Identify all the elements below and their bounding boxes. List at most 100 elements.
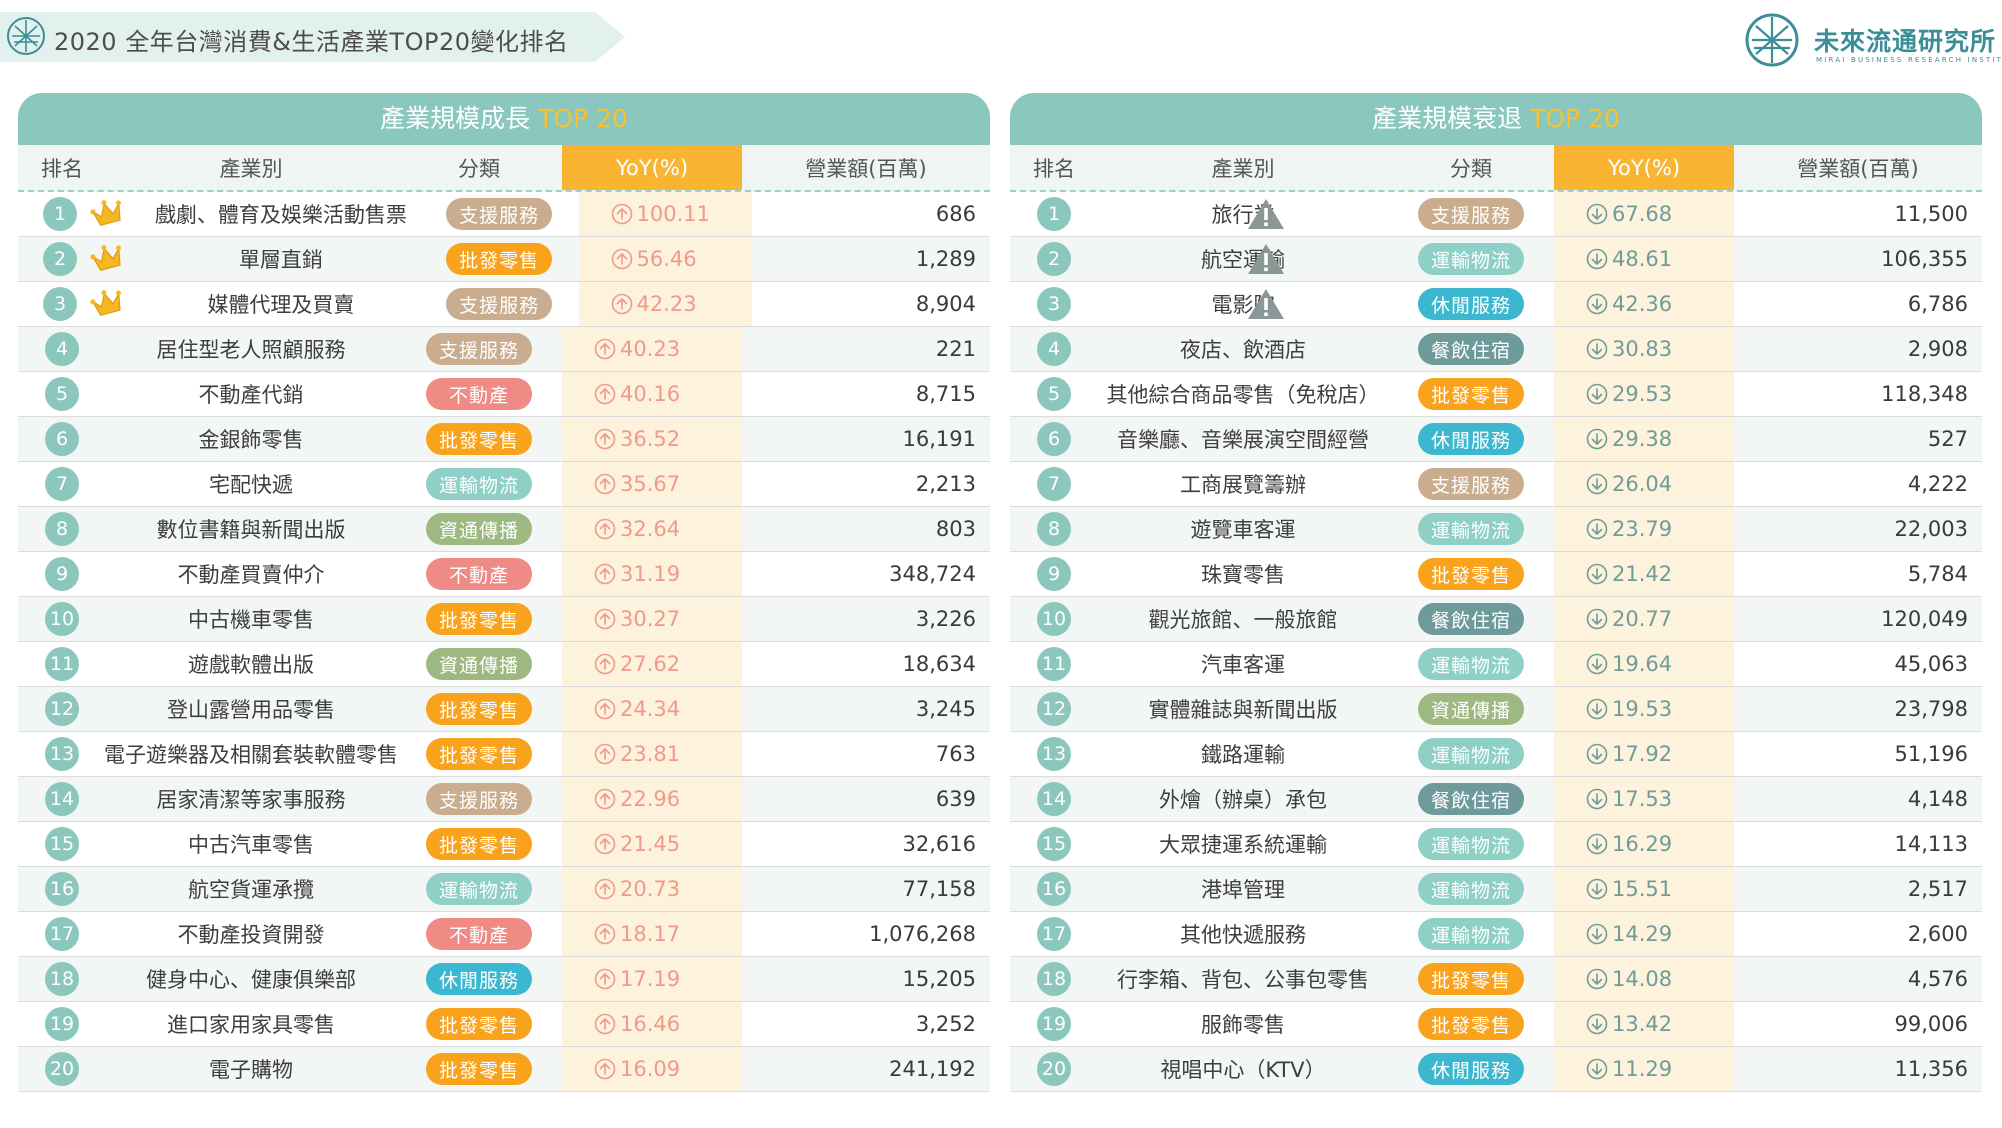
rank-cell: 3 [1010, 282, 1098, 326]
yoy-number: 29.38 [1612, 427, 1673, 451]
arrow-down-circle-icon [1586, 923, 1608, 945]
table-row: 13 鐵路運輸 運輸物流 17.92 51,196 [1010, 732, 1982, 777]
revenue-value: 6,786 [1907, 292, 1968, 316]
rank-cell: 12 [18, 687, 106, 731]
industry-label: 其他綜合商品零售（免稅店） [1106, 383, 1380, 407]
yoy-number: 29.53 [1612, 382, 1673, 406]
category-cell: 不動產 [396, 912, 562, 956]
yoy-value: 32.64 [594, 517, 680, 541]
arrow-down-circle-icon [1586, 518, 1608, 540]
yoy-cell: 40.16 [562, 372, 742, 416]
revenue-value: 18,634 [902, 652, 976, 676]
category-cell: 餐飲住宿 [1388, 327, 1554, 371]
rank-cell: 16 [18, 867, 106, 911]
rank-cell: 4 [18, 327, 106, 371]
arrow-up-circle-icon [611, 203, 632, 225]
arrow-down-circle-icon [1586, 833, 1608, 855]
category-cell: 支援服務 [1388, 192, 1554, 236]
category-cell: 餐飲住宿 [1388, 597, 1554, 641]
rank-cell: 7 [1010, 462, 1098, 506]
category-cell: 支援服務 [396, 327, 562, 371]
revenue-value: 32,616 [902, 832, 976, 856]
category-cell: 批發零售 [396, 732, 562, 776]
yoy-value: 21.42 [1586, 562, 1672, 586]
industry-label: 音樂廳、音樂展演空間經營 [1117, 428, 1369, 452]
industry-name: 電影院 [1098, 282, 1388, 326]
industry-name: 實體雜誌與新聞出版 [1098, 687, 1388, 731]
rank-cell: 3 [18, 282, 121, 326]
rank-number: 2 [1037, 242, 1071, 276]
revenue-value: 3,245 [915, 697, 976, 721]
revenue-value: 51,196 [1894, 742, 1968, 766]
arrow-up-circle-icon [611, 248, 632, 270]
rank-cell: 17 [18, 912, 106, 956]
rank-cell: 15 [18, 822, 106, 866]
category-badge: 支援服務 [426, 783, 532, 815]
growth-table-body: 1 戲劇、體育及娛樂活動售票 支援服務 100.11 686 2 單層直銷 批發零售 56.46… [18, 192, 990, 1092]
industry-name: 服飾零售 [1098, 1002, 1388, 1046]
rank-cell: 20 [18, 1047, 106, 1091]
rank-number: 17 [1037, 917, 1071, 951]
category-cell: 資通傳播 [396, 642, 562, 686]
industry-label: 外燴（辦桌）承包 [1159, 788, 1327, 812]
category-cell: 運輸物流 [1388, 507, 1554, 551]
rank-number: 11 [45, 647, 79, 681]
arrow-up-circle-icon [594, 833, 616, 855]
col-yoy: YoY(%) [1554, 145, 1734, 190]
yoy-cell: 21.42 [1554, 552, 1734, 596]
yoy-cell: 32.64 [562, 507, 742, 551]
rank-cell: 7 [18, 462, 106, 506]
table-row: 11 遊戲軟體出版 資通傳播 27.62 18,634 [18, 642, 990, 687]
rank-number: 5 [45, 377, 79, 411]
yoy-cell: 16.29 [1554, 822, 1734, 866]
yoy-cell: 14.29 [1554, 912, 1734, 956]
rank-number: 1 [1037, 197, 1071, 231]
category-cell: 運輸物流 [396, 462, 562, 506]
yoy-number: 18.17 [620, 922, 681, 946]
table-row: 12 登山露營用品零售 批發零售 24.34 3,245 [18, 687, 990, 732]
yoy-value: 17.53 [1586, 787, 1672, 811]
category-badge: 餐飲住宿 [1418, 603, 1524, 635]
rank-cell: 16 [1010, 867, 1098, 911]
revenue-value: 120,049 [1881, 607, 1968, 631]
category-badge: 支援服務 [446, 288, 553, 320]
yoy-value: 16.46 [594, 1012, 680, 1036]
yoy-cell: 11.29 [1554, 1047, 1734, 1091]
yoy-cell: 100.11 [578, 192, 753, 236]
revenue-value: 639 [935, 787, 976, 811]
category-cell: 不動產 [396, 372, 562, 416]
rank-cell: 2 [1010, 237, 1098, 281]
yoy-value: 26.04 [1586, 472, 1672, 496]
industry-label: 進口家用家具零售 [167, 1013, 335, 1037]
yoy-number: 20.73 [620, 877, 681, 901]
table-row: 19 服飾零售 批發零售 13.42 99,006 [1010, 1002, 1982, 1047]
col-industry: 產業別 [1211, 156, 1275, 181]
industry-label: 其他快遞服務 [1180, 923, 1306, 947]
arrow-up-circle-icon [594, 338, 616, 360]
rank-number: 2 [43, 242, 78, 276]
category-badge: 批發零售 [1418, 558, 1524, 590]
table-row: 14 外燴（辦桌）承包 餐飲住宿 17.53 4,148 [1010, 777, 1982, 822]
yoy-number: 22.96 [620, 787, 681, 811]
rank-number: 14 [1037, 782, 1071, 816]
industry-label: 行李箱、背包、公事包零售 [1117, 968, 1369, 992]
category-badge: 運輸物流 [426, 873, 532, 905]
arrow-up-circle-icon [594, 653, 616, 675]
table-row: 8 數位書籍與新聞出版 資通傳播 32.64 803 [18, 507, 990, 552]
table-row: 3 媒體代理及買賣 支援服務 42.23 8,904 [18, 282, 990, 327]
table-row: 15 大眾捷運系統運輸 運輸物流 16.29 14,113 [1010, 822, 1982, 867]
table-row: 17 其他快遞服務 運輸物流 14.29 2,600 [1010, 912, 1982, 957]
yoy-cell: 36.52 [562, 417, 742, 461]
category-badge: 餐飲住宿 [1418, 783, 1524, 815]
yoy-value: 14.29 [1586, 922, 1672, 946]
yoy-number: 48.61 [1612, 247, 1673, 271]
yoy-cell: 30.83 [1554, 327, 1734, 371]
arrow-up-circle-icon [594, 923, 616, 945]
industry-name: 健身中心、健康俱樂部 [106, 957, 396, 1001]
category-badge: 批發零售 [446, 243, 553, 275]
yoy-cell: 35.67 [562, 462, 742, 506]
warning-triangle-icon [1248, 289, 1284, 319]
yoy-cell: 17.92 [1554, 732, 1734, 776]
rank-cell: 13 [1010, 732, 1098, 776]
arrow-down-circle-icon [1586, 878, 1608, 900]
